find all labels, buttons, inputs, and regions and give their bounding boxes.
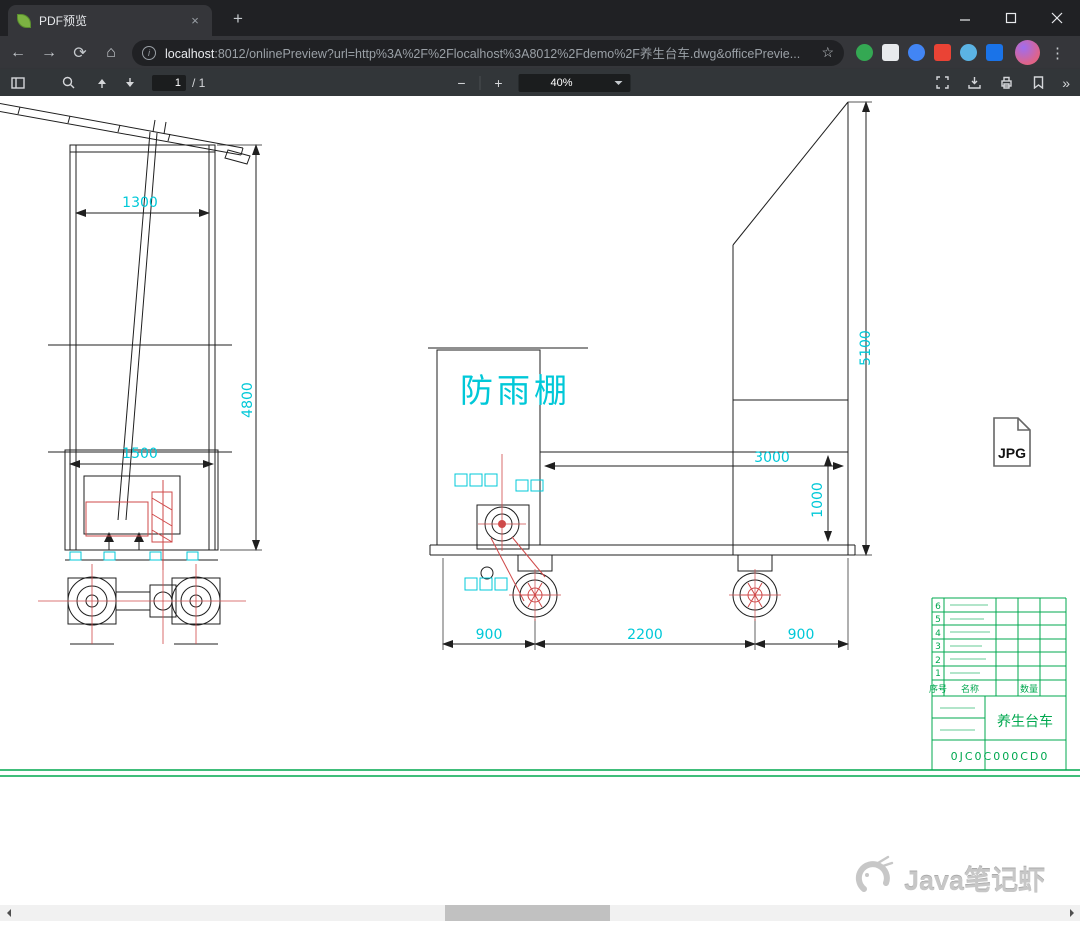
page-down-icon[interactable] bbox=[118, 72, 142, 94]
print-icon[interactable] bbox=[994, 72, 1018, 94]
bom-qty-header: 数量 bbox=[1020, 683, 1038, 695]
new-tab-button[interactable]: + bbox=[226, 7, 250, 31]
horizontal-scrollbar[interactable] bbox=[0, 905, 1080, 921]
site-favicon-icon bbox=[17, 13, 31, 28]
tab-title: PDF预览 bbox=[39, 14, 88, 28]
page-total: / 1 bbox=[192, 75, 206, 90]
extension-icon-5[interactable] bbox=[960, 44, 977, 61]
sidebar-toggle-icon[interactable] bbox=[6, 72, 30, 94]
profile-avatar[interactable] bbox=[1015, 40, 1040, 65]
dim-middle-span: 2200 bbox=[627, 627, 663, 643]
chevron-down-icon bbox=[614, 80, 623, 89]
forward-icon[interactable]: → bbox=[36, 40, 62, 66]
zoom-in-button[interactable]: + bbox=[487, 75, 511, 91]
home-icon[interactable]: ⌂ bbox=[98, 40, 124, 66]
tab-strip: PDF预览 × + bbox=[0, 0, 1080, 36]
pdf-toolbar-right: » bbox=[930, 72, 1074, 94]
maximize-button[interactable] bbox=[988, 0, 1034, 36]
shelter-label: 防雨棚 bbox=[460, 371, 571, 410]
scroll-right-icon[interactable] bbox=[1064, 905, 1080, 921]
zoom-value: 40% bbox=[550, 76, 573, 89]
bom-row-number: 2 bbox=[935, 656, 941, 666]
cad-drawing: 1300 4800 1500 防雨棚 3000 1000 5100 900 22… bbox=[0, 101, 1080, 777]
jpg-icon-label: JPG bbox=[998, 445, 1026, 461]
url-field[interactable]: i localhost:8012/onlinePreview?url=http%… bbox=[132, 39, 844, 66]
browser-tab[interactable]: PDF预览 × bbox=[8, 5, 212, 36]
page-number-input[interactable] bbox=[152, 74, 186, 91]
dim-right-height: 5100 bbox=[858, 330, 874, 366]
bom-row-number: 1 bbox=[935, 669, 941, 679]
window-controls bbox=[942, 0, 1080, 36]
titleblock-title: 养生台车 bbox=[997, 713, 1053, 730]
url-text: localhost:8012/onlinePreview?url=http%3A… bbox=[165, 43, 815, 62]
extensions-area bbox=[856, 44, 1003, 61]
reload-icon[interactable]: ⟳ bbox=[67, 40, 93, 66]
pdf-page: 1300 4800 1500 防雨棚 3000 1000 5100 900 22… bbox=[0, 96, 1080, 905]
bom-row-number: 4 bbox=[935, 629, 941, 639]
watermark: Java笔记虾 bbox=[852, 852, 1072, 904]
search-icon[interactable] bbox=[56, 72, 80, 94]
url-path: :8012/onlinePreview?url=http%3A%2F%2Floc… bbox=[214, 47, 801, 61]
dim-rear-span: 900 bbox=[788, 627, 815, 643]
bookmark-icon[interactable] bbox=[1026, 72, 1050, 94]
shrimp-logo-icon bbox=[855, 855, 894, 892]
scrollbar-thumb[interactable] bbox=[445, 905, 610, 921]
dim-left-inner-width: 1500 bbox=[122, 446, 158, 462]
bom-row-number: 5 bbox=[935, 615, 941, 625]
zoom-out-button[interactable]: − bbox=[450, 75, 474, 91]
bom-row-number: 3 bbox=[935, 642, 941, 652]
dim-left-width: 1300 bbox=[122, 195, 158, 211]
zoom-select[interactable]: 40% bbox=[518, 73, 631, 92]
browser-menu-icon[interactable]: ⋮ bbox=[1050, 44, 1065, 62]
close-button[interactable] bbox=[1034, 0, 1080, 36]
window-bottom-edge bbox=[0, 921, 1080, 930]
jpg-download-button[interactable]: JPG bbox=[991, 416, 1033, 468]
dim-bed-height: 1000 bbox=[810, 482, 826, 518]
dim-left-height: 4800 bbox=[240, 382, 256, 418]
tab-close-icon[interactable]: × bbox=[187, 13, 203, 29]
zoom-controls: − + 40% bbox=[450, 73, 631, 92]
url-host: localhost bbox=[165, 47, 215, 61]
back-icon[interactable]: ← bbox=[5, 40, 31, 66]
page-up-icon[interactable] bbox=[90, 72, 114, 94]
minimize-button[interactable] bbox=[942, 0, 988, 36]
bom-name-header: 名称 bbox=[961, 683, 979, 695]
page-info-icon[interactable]: i bbox=[142, 45, 156, 60]
pdf-toolbar: / 1 − + 40% » bbox=[0, 69, 1080, 96]
fullscreen-icon[interactable] bbox=[930, 72, 954, 94]
browser-window: PDF预览 × + ← → ⟳ ⌂ i localhost:8012/onlin… bbox=[0, 0, 1080, 930]
watermark-text: Java笔记虾 bbox=[904, 865, 1046, 896]
extension-icon-4[interactable] bbox=[934, 44, 951, 61]
scroll-left-icon[interactable] bbox=[0, 905, 16, 921]
bom-row-number: 6 bbox=[935, 602, 941, 612]
dim-front-span: 900 bbox=[476, 627, 503, 643]
bom-index-header: 序号 bbox=[929, 683, 947, 695]
divider bbox=[479, 75, 481, 90]
address-bar: ← → ⟳ ⌂ i localhost:8012/onlinePreview?u… bbox=[0, 36, 1080, 69]
dim-bed-length: 3000 bbox=[754, 450, 790, 466]
download-icon[interactable] bbox=[962, 72, 986, 94]
extension-icon-3[interactable] bbox=[908, 44, 925, 61]
titleblock-code: 0JC0C000CD0 bbox=[951, 750, 1050, 763]
extension-icon-6[interactable] bbox=[986, 44, 1003, 61]
more-tools-icon[interactable]: » bbox=[1058, 75, 1074, 91]
extension-icon-2[interactable] bbox=[882, 44, 899, 61]
extension-icon-1[interactable] bbox=[856, 44, 873, 61]
bookmark-star-icon[interactable]: ☆ bbox=[821, 44, 834, 61]
